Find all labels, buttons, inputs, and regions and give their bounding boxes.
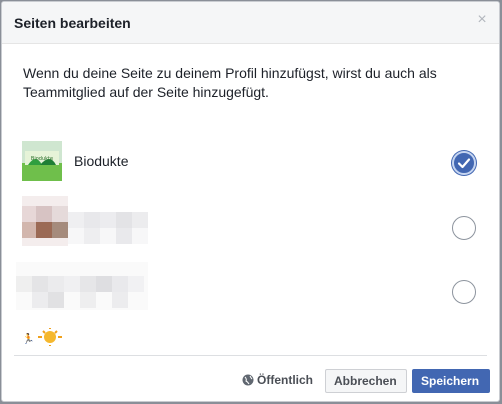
- page-avatar: Biodukte: [22, 141, 62, 181]
- close-icon[interactable]: ×: [475, 12, 489, 28]
- edit-pages-dialog: Seiten bearbeiten × Wenn du deine Seite …: [1, 1, 500, 402]
- page-row-biodukte[interactable]: Biodukte Biodukte: [2, 141, 499, 191]
- dialog-title: Seiten bearbeiten: [14, 15, 131, 31]
- svg-text:Biodukte: Biodukte: [31, 156, 53, 162]
- globe-icon: [242, 374, 254, 386]
- save-button[interactable]: Speichern: [412, 369, 490, 393]
- footer-divider: [14, 355, 487, 356]
- page-row-3[interactable]: [2, 262, 499, 312]
- dialog-header: Seiten bearbeiten ×: [2, 2, 499, 44]
- intro-text: Wenn du deine Seite zu deinem Profil hin…: [23, 65, 437, 100]
- svg-text:🏃: 🏃: [22, 332, 34, 345]
- page-name: Biodukte: [74, 153, 129, 169]
- page-checkbox-unchecked[interactable]: [452, 280, 476, 304]
- blurred-avatar-and-name: [16, 262, 148, 315]
- page-checkbox-checked[interactable]: [452, 151, 476, 175]
- blurred-name: [68, 212, 148, 249]
- page-checkbox-unchecked[interactable]: [452, 216, 476, 240]
- partial-emoji-row: 🏃: [22, 327, 66, 349]
- cancel-button[interactable]: Abbrechen: [325, 369, 407, 393]
- page-row-2[interactable]: [2, 196, 499, 246]
- privacy-selector[interactable]: Öffentlich: [242, 373, 313, 387]
- page-avatar-blurred: [22, 196, 68, 246]
- privacy-label: Öffentlich: [257, 373, 313, 387]
